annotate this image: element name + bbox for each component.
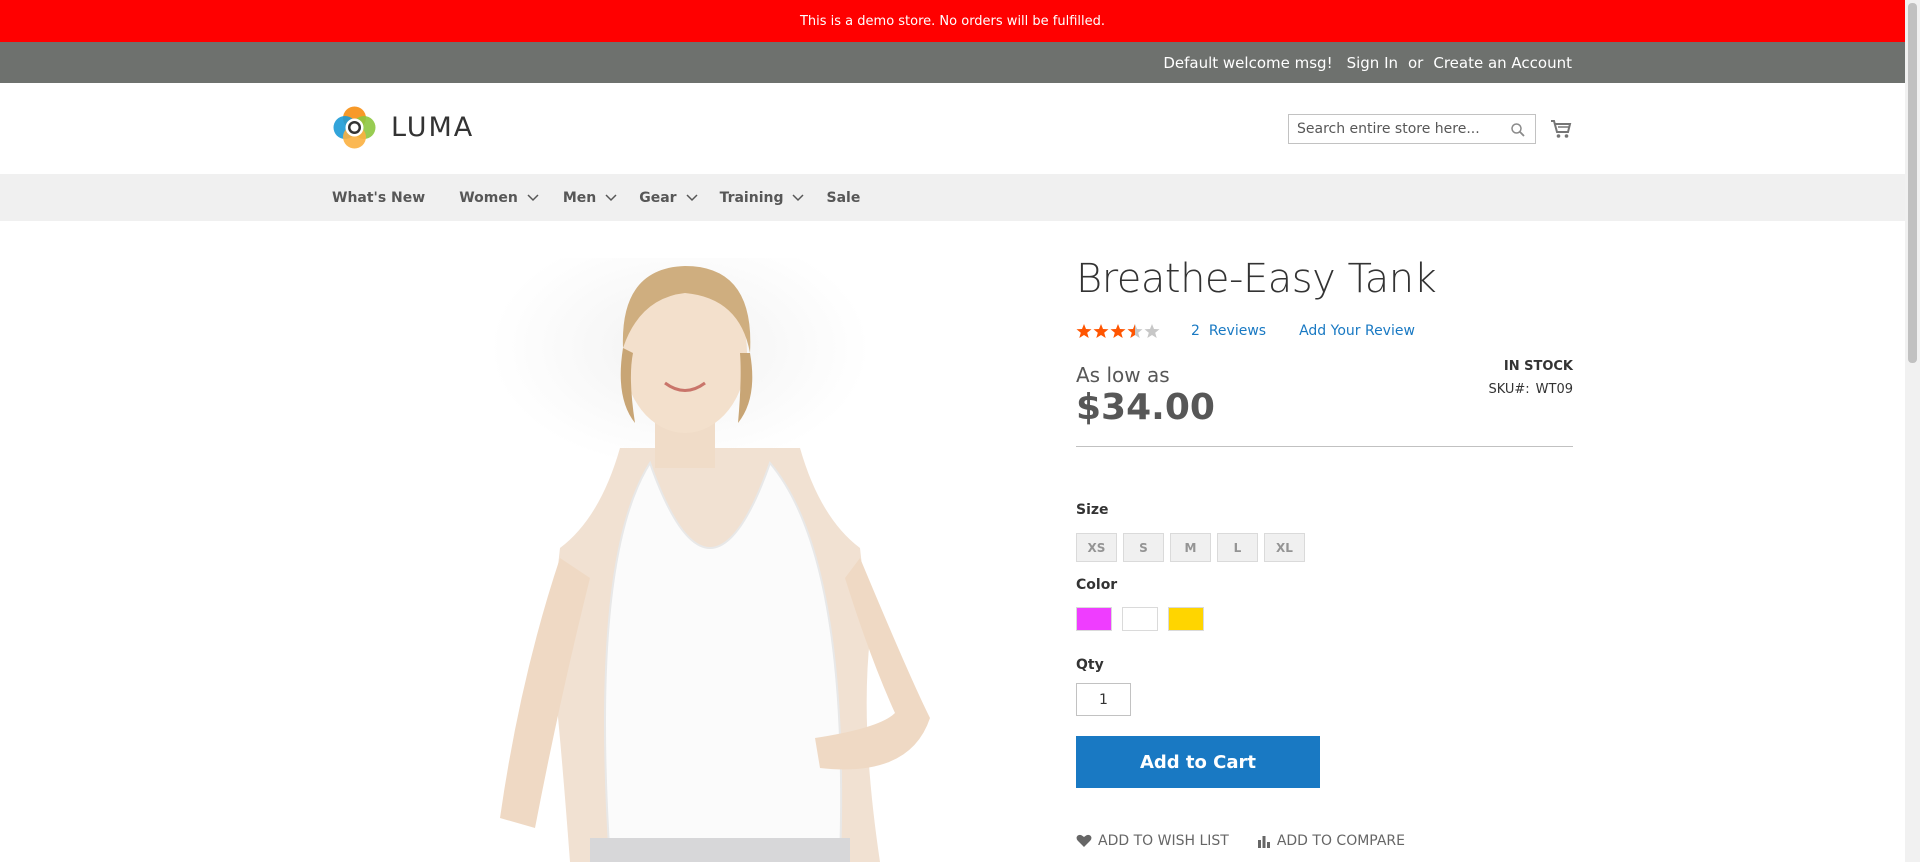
rating-stars (1076, 323, 1160, 339)
wish-list-label: Add to Wish List (1098, 833, 1229, 849)
site-header: LUMA (0, 83, 1905, 174)
nav-item-gear[interactable]: Gear (639, 189, 698, 206)
star-full-icon (1076, 324, 1092, 338)
search-input[interactable] (1289, 115, 1507, 143)
nav-item-label: Training (719, 189, 784, 206)
search-box (1288, 114, 1536, 144)
reviews-count: 2 (1191, 323, 1200, 339)
color-options (1076, 607, 1204, 631)
logo-text: LUMA (391, 112, 475, 143)
qty-label: Qty (1076, 657, 1104, 673)
welcome-message: Default welcome msg! (1163, 53, 1333, 72)
star-full-icon (1110, 324, 1126, 338)
size-option-l[interactable]: L (1217, 533, 1258, 562)
product-image[interactable] (440, 228, 960, 866)
color-swatch-white[interactable] (1122, 607, 1158, 631)
size-option-s[interactable]: S (1123, 533, 1164, 562)
star-half-icon (1127, 324, 1143, 338)
product-price: $34.00 (1076, 387, 1215, 428)
search-icon[interactable] (1510, 122, 1526, 142)
nav-item-women[interactable]: Women (459, 190, 539, 206)
nav-item-label: What's New (332, 189, 426, 206)
nav-item-label: Men (562, 189, 597, 206)
price-divider (1076, 446, 1573, 447)
rating-row: 2 Reviews Add Your Review (1076, 323, 1415, 339)
nav-item-men[interactable]: Men (563, 190, 617, 206)
reviews-link[interactable]: 2 Reviews (1191, 323, 1266, 339)
compare-label: Add to Compare (1276, 833, 1405, 849)
luma-logo-icon (333, 106, 376, 149)
qty-input[interactable] (1076, 683, 1131, 716)
header-links: Default welcome msg! Sign In or Create a… (1163, 42, 1572, 83)
size-option-m[interactable]: M (1170, 533, 1211, 562)
nav-item-whats-new[interactable]: What's New (332, 190, 425, 206)
main-navigation: What's New Women Men Gear Training Sale (0, 174, 1905, 221)
product-actions: Add to Wish List Add to Compare (1076, 833, 1405, 849)
sku-row: SKU#: WT09 (1488, 382, 1573, 397)
nav-item-label: Sale (826, 189, 861, 206)
add-to-wish-list-link[interactable]: Add to Wish List (1076, 833, 1229, 849)
top-header-bar: Default welcome msg! Sign In or Create a… (0, 42, 1905, 83)
size-label: Size (1076, 502, 1109, 518)
chevron-down-icon (527, 193, 539, 201)
demo-notice-bar: This is a demo store. No orders will be … (0, 0, 1905, 42)
color-swatch-yellow[interactable] (1168, 607, 1204, 631)
size-options: XS S M L XL (1076, 533, 1305, 562)
scrollbar-thumb[interactable] (1908, 3, 1917, 363)
color-label: Color (1076, 577, 1118, 593)
chevron-down-icon (605, 193, 617, 201)
page-scrollbar[interactable] (1905, 0, 1920, 862)
price-prefix: As low as (1076, 363, 1170, 387)
demo-notice-text: This is a demo store. No orders will be … (799, 13, 1106, 29)
store-logo[interactable]: LUMA (332, 105, 474, 150)
add-review-link[interactable]: Add Your Review (1299, 323, 1415, 339)
or-text: or (1408, 53, 1424, 72)
sku-label: SKU#: (1488, 382, 1530, 397)
add-to-cart-button[interactable]: Add to Cart (1076, 736, 1320, 788)
reviews-label: Reviews (1208, 323, 1267, 339)
size-option-xl[interactable]: XL (1264, 533, 1305, 562)
sign-in-link[interactable]: Sign In (1347, 54, 1398, 72)
product-title: Breathe-Easy Tank (1076, 256, 1437, 302)
size-option-xs[interactable]: XS (1076, 533, 1117, 562)
add-to-compare-link[interactable]: Add to Compare (1257, 833, 1405, 849)
nav-item-label: Women (459, 189, 518, 206)
compare-icon (1257, 835, 1270, 848)
cart-icon[interactable] (1550, 119, 1572, 143)
nav-item-sale[interactable]: Sale (826, 190, 860, 206)
nav-item-label: Gear (639, 189, 677, 206)
product-info: Breathe-Easy Tank 2 Reviews Add Your Rev… (1076, 255, 1573, 849)
chevron-down-icon (792, 193, 805, 201)
heart-icon (1076, 834, 1092, 847)
chevron-down-icon (686, 193, 698, 201)
star-full-icon (1093, 324, 1109, 338)
stock-status: IN STOCK (1503, 359, 1573, 374)
color-swatch-pink[interactable] (1076, 607, 1112, 631)
sku-value: WT09 (1535, 382, 1573, 397)
nav-item-training[interactable]: Training (720, 190, 805, 206)
create-account-link[interactable]: Create an Account (1433, 54, 1572, 72)
star-empty-icon (1144, 324, 1160, 338)
